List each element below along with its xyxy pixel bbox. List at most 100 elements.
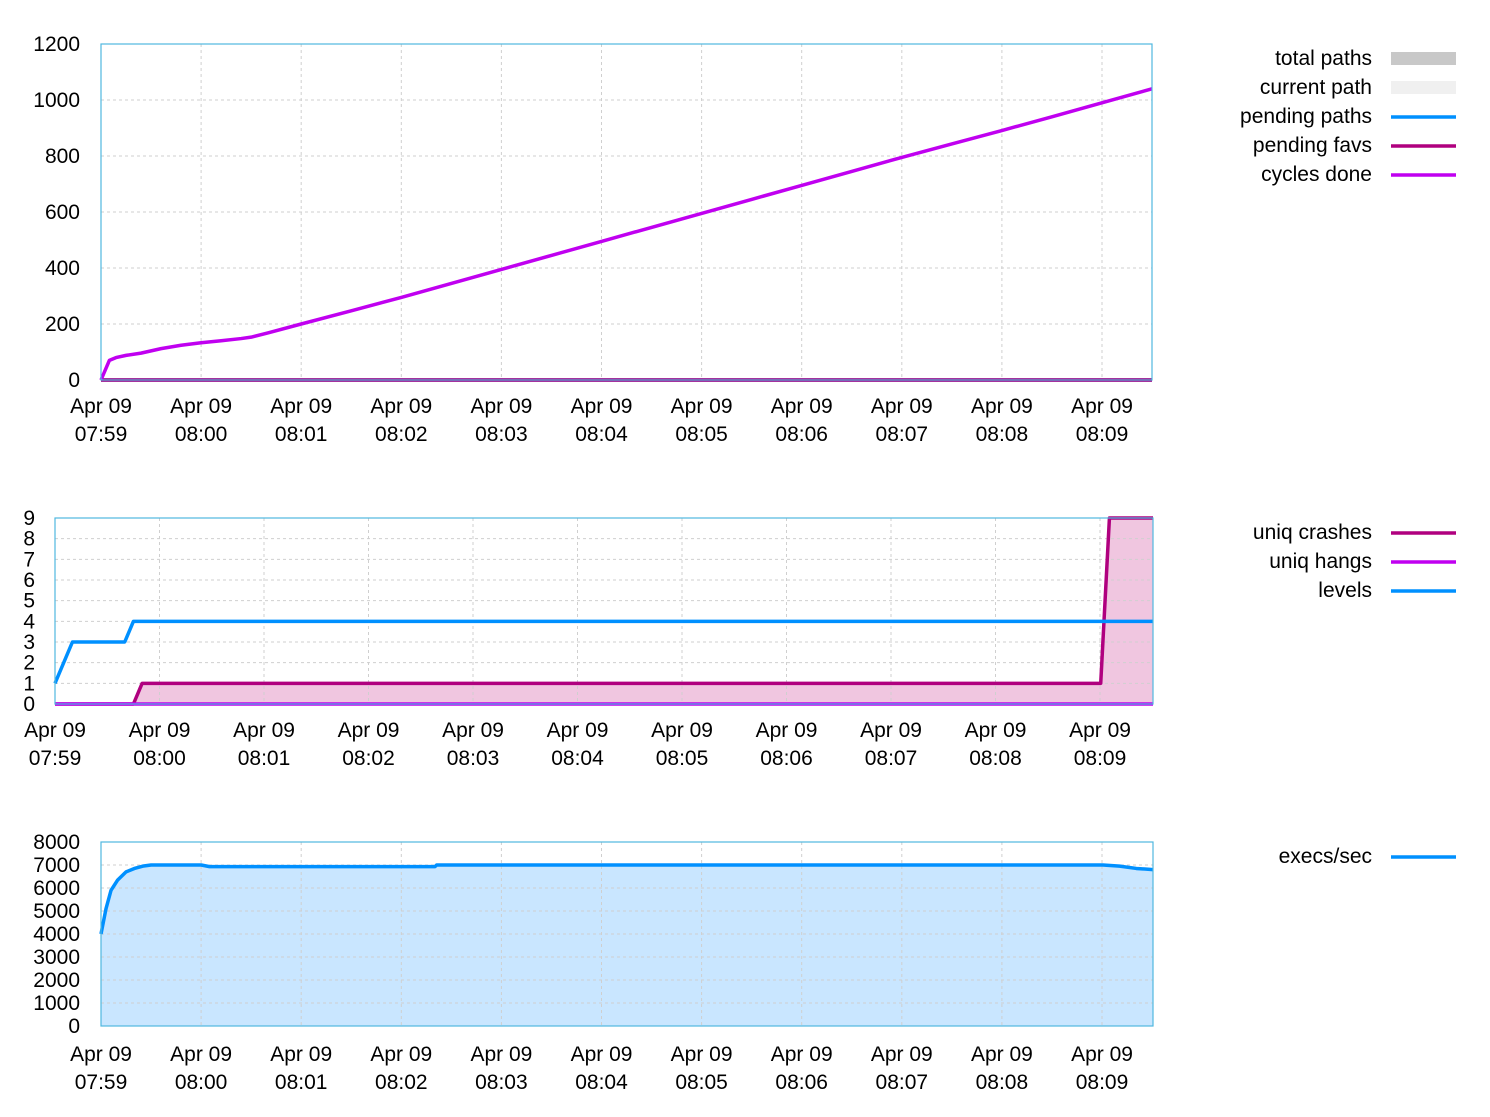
x-tick-time-label: 07:59 [75, 1071, 128, 1094]
x-tick-date-label: Apr 09 [965, 719, 1027, 742]
x-tick-date-label: Apr 09 [270, 395, 332, 418]
x-tick-date-label: Apr 09 [860, 719, 922, 742]
y-tick-label: 7000 [33, 854, 80, 877]
legend-label: pending favs [1253, 134, 1372, 157]
y-tick-label: 1200 [33, 33, 80, 56]
y-tick-label: 5 [23, 590, 35, 613]
legend-swatch [1391, 52, 1456, 65]
chart-3: 010002000300040005000600070008000 Apr 09 0… [33, 831, 1456, 1094]
x-tick-time-label: 08:01 [275, 1071, 328, 1094]
plot-frame [54, 517, 1154, 705]
x-tick-time-label: 08:04 [551, 747, 604, 770]
x-tick-time-label: 08:03 [475, 1071, 528, 1094]
x-tick-date-label: Apr 09 [547, 719, 609, 742]
x-tick-time-label: 08:04 [575, 1071, 628, 1094]
x-tick-time-label: 08:06 [775, 1071, 828, 1094]
x-tick-time-label: 08:08 [976, 1071, 1029, 1094]
x-tick-date-label: Apr 09 [971, 1043, 1033, 1066]
x-tick-date-label: Apr 09 [571, 395, 633, 418]
y-tick-label: 6 [23, 569, 35, 592]
y-tick-label: 1000 [33, 89, 80, 112]
x-tick-date-label: Apr 09 [70, 1043, 132, 1066]
x-tick-date-label: Apr 09 [771, 395, 833, 418]
y-tick-label: 4 [23, 610, 35, 633]
series-fill-uniq-crashes [55, 518, 1153, 704]
x-tick-date-label: Apr 09 [756, 719, 818, 742]
series-line-cycles-done [99, 87, 1153, 381]
y-tick-label: 400 [45, 257, 80, 280]
x-tick-time-label: 08:02 [342, 747, 395, 770]
x-tick-date-label: Apr 09 [270, 1043, 332, 1066]
x-tick-date-label: Apr 09 [338, 719, 400, 742]
series-line-uniq-crashes [55, 516, 1153, 706]
x-tick-date-label: Apr 09 [771, 1043, 833, 1066]
y-tick-label: 5000 [33, 900, 80, 923]
y-tick-label: 1000 [33, 992, 80, 1015]
y-tick-label: 3000 [33, 946, 80, 969]
legend-label: pending paths [1240, 105, 1372, 128]
x-tick-date-label: Apr 09 [470, 395, 532, 418]
y-tick-label: 1 [23, 672, 35, 695]
legend-label: execs/sec [1279, 845, 1372, 868]
x-tick-time-label: 08:05 [656, 747, 709, 770]
x-tick-date-label: Apr 09 [233, 719, 295, 742]
x-tick-time-label: 08:08 [969, 747, 1022, 770]
y-tick-label: 8000 [33, 831, 80, 854]
x-tick-date-label: Apr 09 [70, 395, 132, 418]
series-line-levels [53, 619, 1153, 685]
y-tick-label: 2 [23, 652, 35, 675]
x-tick-date-label: Apr 09 [1071, 395, 1133, 418]
x-tick-time-label: 08:01 [275, 423, 328, 446]
chart-2: 0123456789 Apr 09 07:59 Apr 09 08:00 Apr 09 08… [23, 507, 1456, 770]
legend-label: uniq crashes [1253, 521, 1372, 544]
x-tick-time-label: 08:00 [175, 423, 228, 446]
x-tick-date-label: Apr 09 [871, 395, 933, 418]
x-tick-time-label: 07:59 [75, 423, 128, 446]
y-tick-label: 2000 [33, 969, 80, 992]
x-tick-time-label: 08:02 [375, 1071, 428, 1094]
x-tick-date-label: Apr 09 [1069, 719, 1131, 742]
y-tick-label: 8 [23, 528, 35, 551]
y-tick-label: 0 [68, 1015, 80, 1038]
y-tick-label: 200 [45, 313, 80, 336]
legend-label: cycles done [1261, 163, 1372, 186]
legend-swatch [1391, 81, 1456, 94]
x-tick-time-label: 08:02 [375, 423, 428, 446]
afl-plots: 020040060080010001200Apr 0907:59Apr 0908… [23, 33, 1456, 1094]
x-tick-date-label: Apr 09 [24, 719, 86, 742]
x-tick-date-label: Apr 09 [170, 395, 232, 418]
x-tick-time-label: 08:07 [876, 423, 929, 446]
afl-plot-page: 0 200 400 600 800 1000 1200 Apr 09 07:59 Apr 09 08… [0, 0, 1490, 1112]
x-tick-time-label: 08:08 [976, 423, 1029, 446]
y-tick-label: 0 [68, 369, 80, 392]
x-tick-time-label: 08:00 [175, 1071, 228, 1094]
y-tick-label: 0 [23, 693, 35, 716]
y-tick-label: 600 [45, 201, 80, 224]
y-tick-label: 800 [45, 145, 80, 168]
x-tick-date-label: Apr 09 [442, 719, 504, 742]
x-tick-date-label: Apr 09 [370, 1043, 432, 1066]
x-tick-date-label: Apr 09 [370, 395, 432, 418]
x-tick-date-label: Apr 09 [671, 395, 733, 418]
series-fill-execs-sec [101, 865, 1153, 1026]
x-tick-time-label: 08:04 [575, 423, 628, 446]
x-tick-time-label: 08:09 [1076, 423, 1129, 446]
legend-label: uniq hangs [1269, 550, 1372, 573]
y-tick-label: 7 [23, 548, 35, 571]
chart-1: 0 200 400 600 800 1000 1200 Apr 09 07:59 Apr 09 08… [33, 33, 1456, 446]
x-tick-date-label: Apr 09 [129, 719, 191, 742]
legend-label: levels [1318, 579, 1372, 602]
x-tick-date-label: Apr 09 [170, 1043, 232, 1066]
y-tick-label: 3 [23, 631, 35, 654]
x-tick-time-label: 08:03 [447, 747, 500, 770]
x-tick-time-label: 08:00 [133, 747, 186, 770]
y-tick-label: 6000 [33, 877, 80, 900]
legend-label: current path [1260, 76, 1372, 99]
x-tick-time-label: 08:01 [238, 747, 291, 770]
x-tick-date-label: Apr 09 [571, 1043, 633, 1066]
x-tick-time-label: 08:09 [1074, 747, 1127, 770]
x-tick-date-label: Apr 09 [871, 1043, 933, 1066]
y-tick-label: 9 [23, 507, 35, 530]
x-tick-time-label: 08:06 [760, 747, 813, 770]
x-tick-time-label: 08:05 [675, 423, 728, 446]
